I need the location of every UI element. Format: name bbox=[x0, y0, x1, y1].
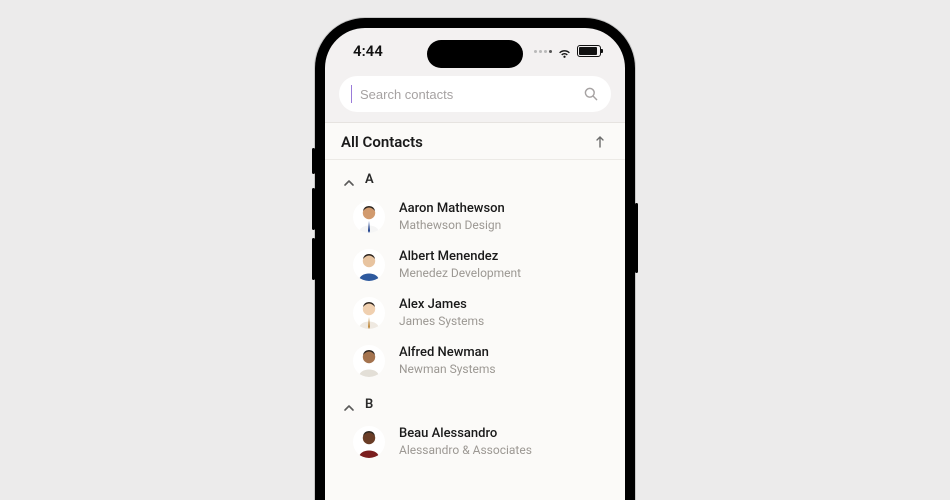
phone-volume-up bbox=[312, 188, 315, 230]
phone-screen: 4:44 bbox=[325, 28, 625, 500]
sort-button[interactable] bbox=[591, 133, 609, 151]
contact-row[interactable]: Aaron MathewsonMathewson Design bbox=[325, 193, 625, 241]
contact-row[interactable]: Alex JamesJames Systems bbox=[325, 289, 625, 337]
cellular-dots-icon bbox=[534, 50, 552, 53]
phone-silent-switch bbox=[312, 148, 315, 174]
avatar bbox=[353, 249, 385, 281]
wifi-icon bbox=[557, 46, 572, 57]
chevron-up-icon bbox=[343, 174, 355, 186]
contact-name: Aaron Mathewson bbox=[399, 201, 505, 217]
contact-subtitle: James Systems bbox=[399, 314, 484, 329]
search-icon bbox=[583, 86, 599, 102]
phone-frame: 4:44 bbox=[315, 18, 635, 500]
contact-row[interactable]: Beau AlessandroAlessandro & Associates bbox=[325, 418, 625, 466]
contact-row[interactable]: Alfred NewmanNewman Systems bbox=[325, 337, 625, 385]
section-letter: A bbox=[365, 172, 374, 187]
battery-icon bbox=[577, 45, 601, 57]
avatar bbox=[353, 297, 385, 329]
phone-volume-down bbox=[312, 238, 315, 280]
search-input[interactable] bbox=[358, 86, 577, 103]
contacts-content: All Contacts A Aaron MathewsonMathewson D… bbox=[325, 122, 625, 500]
section-header[interactable]: A bbox=[325, 160, 625, 193]
dynamic-island bbox=[427, 40, 523, 68]
contact-subtitle: Alessandro & Associates bbox=[399, 443, 532, 458]
page-title: All Contacts bbox=[341, 133, 423, 151]
search-bar[interactable] bbox=[339, 76, 611, 112]
contact-subtitle: Menedez Development bbox=[399, 266, 521, 281]
contact-subtitle: Newman Systems bbox=[399, 362, 496, 377]
chevron-up-icon bbox=[343, 399, 355, 411]
contact-subtitle: Mathewson Design bbox=[399, 218, 505, 233]
avatar bbox=[353, 201, 385, 233]
contact-name: Alfred Newman bbox=[399, 345, 496, 361]
section-header[interactable]: B bbox=[325, 385, 625, 418]
contact-row[interactable]: Albert MenendezMenedez Development bbox=[325, 241, 625, 289]
avatar bbox=[353, 426, 385, 458]
avatar bbox=[353, 345, 385, 377]
contact-name: Albert Menendez bbox=[399, 249, 521, 265]
status-time: 4:44 bbox=[353, 42, 383, 60]
section-letter: B bbox=[365, 397, 373, 412]
contact-name: Beau Alessandro bbox=[399, 426, 532, 442]
phone-power-button bbox=[635, 203, 638, 273]
text-cursor bbox=[351, 85, 352, 103]
contact-name: Alex James bbox=[399, 297, 484, 313]
